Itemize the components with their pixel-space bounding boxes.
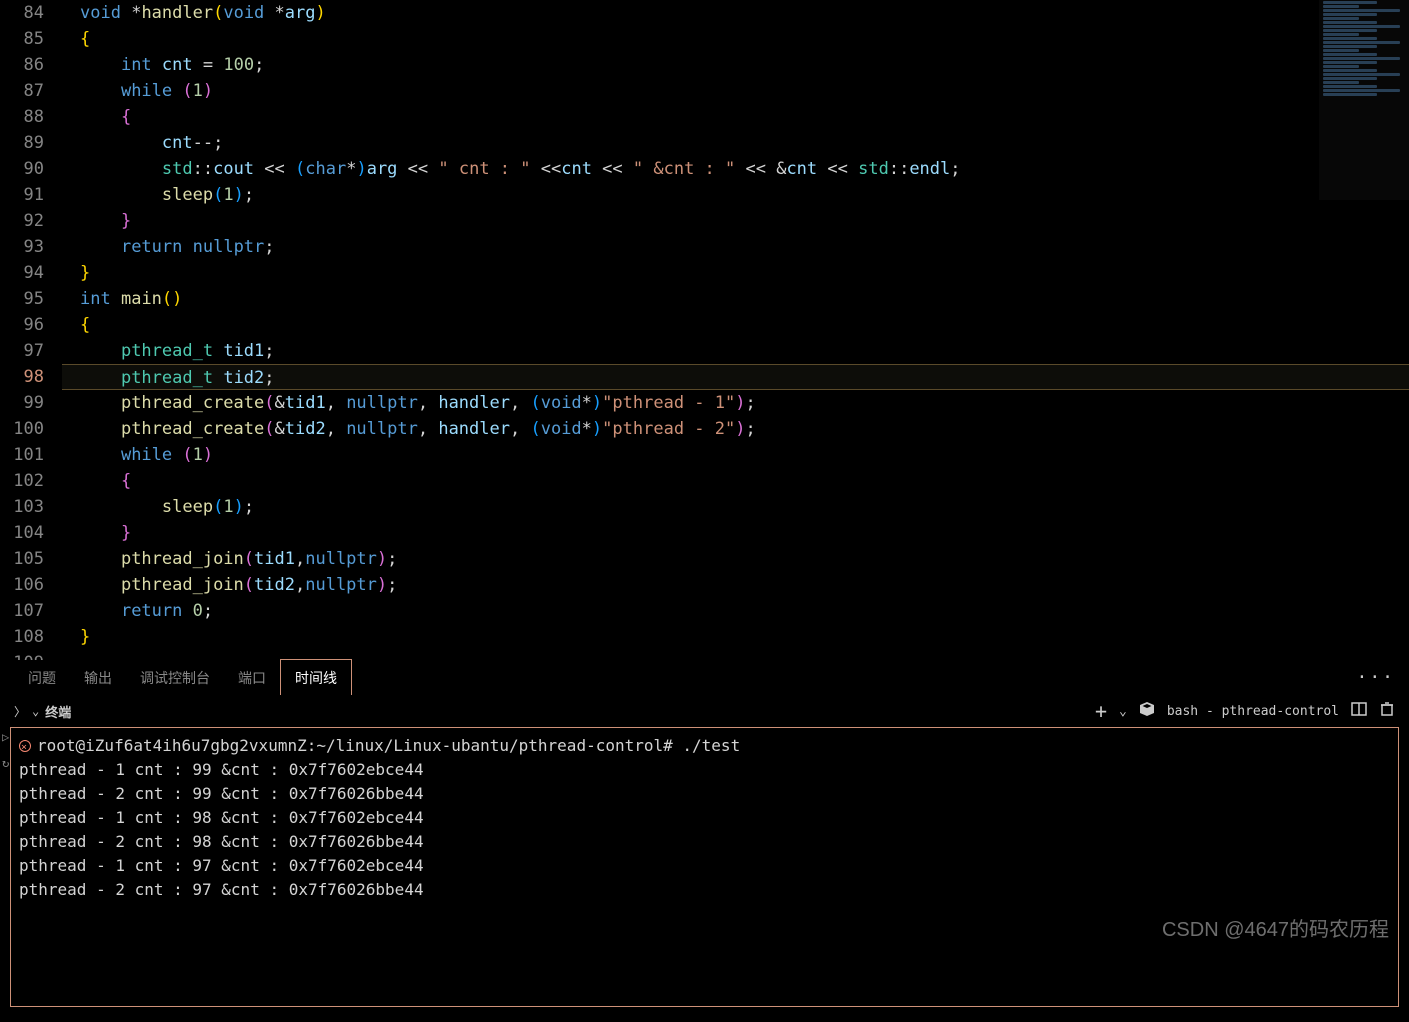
chevron-right-icon[interactable]: 〉 [14, 703, 26, 720]
line-number: 86 [0, 52, 44, 78]
line-number: 103 [0, 494, 44, 520]
line-number: 93 [0, 234, 44, 260]
code-line[interactable] [62, 650, 1409, 660]
code-line[interactable]: while (1) [62, 78, 1409, 104]
history-icon[interactable]: ↻ [2, 756, 9, 770]
code-line[interactable]: int main() [62, 286, 1409, 312]
panel-tab[interactable]: 端口 [224, 660, 280, 696]
code-line[interactable]: while (1) [62, 442, 1409, 468]
new-terminal-button[interactable]: + [1095, 699, 1107, 723]
code-line[interactable]: pthread_join(tid2,nullptr); [62, 572, 1409, 598]
code-line[interactable]: { [62, 312, 1409, 338]
code-line[interactable]: { [62, 26, 1409, 52]
code-line[interactable]: pthread_t tid1; [62, 338, 1409, 364]
line-number: 98 [0, 364, 44, 390]
line-number-gutter: 8485868788899091929394959697989910010110… [0, 0, 62, 660]
shell-label[interactable]: bash - pthread-control [1167, 704, 1339, 719]
code-line[interactable]: { [62, 104, 1409, 130]
panel-tab[interactable]: 调试控制台 [126, 660, 224, 696]
terminal-output-line: pthread - 1 cnt : 99 &cnt : 0x7f7602ebce… [19, 758, 1390, 782]
line-number: 99 [0, 390, 44, 416]
line-number: 101 [0, 442, 44, 468]
shell-icon [1139, 701, 1155, 721]
line-number: 91 [0, 182, 44, 208]
line-number: 94 [0, 260, 44, 286]
line-number: 107 [0, 598, 44, 624]
code-line[interactable]: int cnt = 100; [62, 52, 1409, 78]
line-number: 106 [0, 572, 44, 598]
minimap[interactable] [1319, 0, 1409, 200]
code-line[interactable]: { [62, 468, 1409, 494]
code-line[interactable]: } [62, 520, 1409, 546]
code-line[interactable]: pthread_create(&tid2, nullptr, handler, … [62, 416, 1409, 442]
panel-tab[interactable]: 输出 [70, 660, 126, 696]
terminal-output-line: pthread - 2 cnt : 99 &cnt : 0x7f76026bbe… [19, 782, 1390, 806]
code-editor[interactable]: void *handler(void *arg){ int cnt = 100;… [62, 0, 1409, 660]
code-line[interactable]: void *handler(void *arg) [62, 0, 1409, 26]
chevron-down-icon[interactable]: ⌄ [32, 704, 39, 718]
line-number: 85 [0, 26, 44, 52]
panel-tab[interactable]: 时间线 [280, 659, 352, 697]
panel-tabs: 问题输出调试控制台端口时间线 ··· [0, 660, 1409, 695]
run-indicator-icon[interactable]: ▷ [2, 730, 9, 744]
line-number: 89 [0, 130, 44, 156]
terminal-header: 〉 ⌄ 终端 + ⌄ bash - pthread-control [0, 695, 1409, 727]
code-line[interactable]: sleep(1); [62, 494, 1409, 520]
code-line[interactable]: return 0; [62, 598, 1409, 624]
code-line[interactable]: sleep(1); [62, 182, 1409, 208]
terminal-output-line: pthread - 2 cnt : 97 &cnt : 0x7f76026bbe… [19, 878, 1390, 902]
split-terminal-icon[interactable] [1351, 701, 1367, 721]
terminal-output[interactable]: root@iZuf6at4ih6u7gbg2vxumnZ:~/linux/Lin… [10, 727, 1399, 1007]
error-indicator-icon [19, 740, 31, 752]
code-line[interactable]: pthread_t tid2; [62, 364, 1409, 390]
terminal-output-line: pthread - 1 cnt : 97 &cnt : 0x7f7602ebce… [19, 854, 1390, 878]
line-number: 88 [0, 104, 44, 130]
terminal-dropdown-icon[interactable]: ⌄ [1119, 704, 1127, 719]
code-line[interactable]: return nullptr; [62, 234, 1409, 260]
terminal-title: 终端 [45, 702, 71, 721]
terminal-output-line: pthread - 1 cnt : 98 &cnt : 0x7f7602ebce… [19, 806, 1390, 830]
code-line[interactable]: cnt--; [62, 130, 1409, 156]
panel-more-icon[interactable]: ··· [1356, 667, 1395, 688]
terminal-output-line: pthread - 2 cnt : 98 &cnt : 0x7f76026bbe… [19, 830, 1390, 854]
code-line[interactable]: } [62, 624, 1409, 650]
terminal-prompt-line: root@iZuf6at4ih6u7gbg2vxumnZ:~/linux/Lin… [19, 734, 1390, 758]
line-number: 84 [0, 0, 44, 26]
line-number: 100 [0, 416, 44, 442]
code-line[interactable]: } [62, 208, 1409, 234]
code-line[interactable]: std::cout << (char*)arg << " cnt : " <<c… [62, 156, 1409, 182]
code-line[interactable]: pthread_join(tid1,nullptr); [62, 546, 1409, 572]
line-number: 105 [0, 546, 44, 572]
line-number: 97 [0, 338, 44, 364]
terminal-left-rail: ▷ ↻ [2, 730, 9, 770]
line-number: 102 [0, 468, 44, 494]
line-number: 108 [0, 624, 44, 650]
panel-tab[interactable]: 问题 [14, 660, 70, 696]
line-number: 90 [0, 156, 44, 182]
kill-terminal-icon[interactable] [1379, 701, 1395, 721]
code-line[interactable]: pthread_create(&tid1, nullptr, handler, … [62, 390, 1409, 416]
line-number: 92 [0, 208, 44, 234]
line-number: 95 [0, 286, 44, 312]
line-number: 96 [0, 312, 44, 338]
code-line[interactable]: } [62, 260, 1409, 286]
line-number: 104 [0, 520, 44, 546]
line-number: 87 [0, 78, 44, 104]
